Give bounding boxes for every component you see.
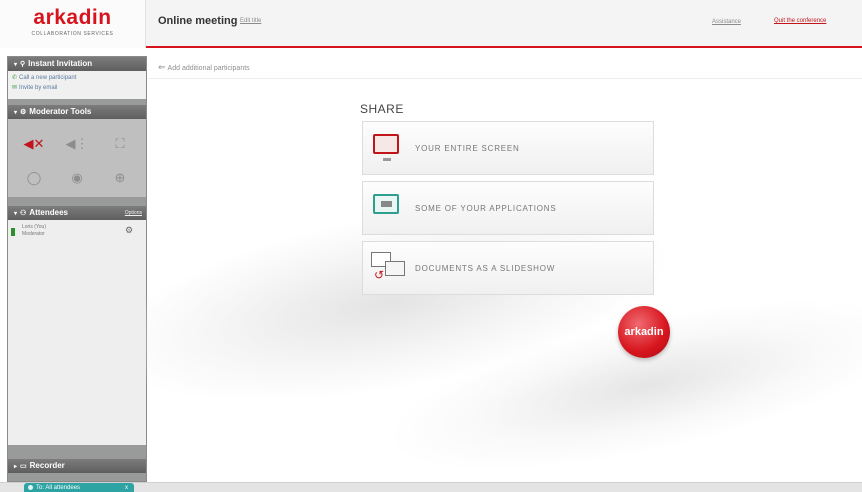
expand-icon: ▸ [14,464,18,470]
meeting-title: Online meeting [158,15,238,27]
recorder-title: Recorder [29,461,65,470]
invite-email-label: Invite by email [19,85,58,91]
chat-tab-label: To: All attendees [36,485,81,491]
email-icon: ✉ [12,85,18,91]
record-icon[interactable]: ◉ [63,167,91,189]
gear-icon: ⚙ [20,109,27,116]
edit-title-link[interactable]: Edit title [240,18,261,24]
unmute-all-icon[interactable]: ◀⋮ [63,133,91,155]
invitation-panel: ✆ Call a new participant ✉ Invite by email [8,71,146,99]
attendees-title: Attendees [29,208,68,217]
person-icon: ⚲ [20,61,26,68]
logo: arkadin COLLABORATION SERVICES [0,0,146,48]
application-icon [373,194,399,214]
back-arrow-icon: ⇐ [158,62,166,72]
moderator-tools-title: Moderator Tools [29,107,92,116]
chat-icon [28,485,33,490]
main-content: ⇐ Add additional participants SHARE YOUR … [97,50,862,492]
attendee-role: Moderator [22,231,45,237]
instant-invitation-title: Instant Invitation [28,59,93,68]
collapse-icon: ▾ [14,62,18,68]
phone-icon: ✆ [12,75,18,81]
slideshow-icon: ↺ [371,252,405,286]
attendee-settings-icon[interactable]: ⚙ [125,225,133,236]
share-entire-screen-button[interactable]: YOUR ENTIRE SCREEN [362,121,654,175]
logo-text: arkadin [33,6,112,29]
share-applications-button[interactable]: SOME OF YOUR APPLICATIONS [362,181,654,235]
call-participant-link[interactable]: ✆ Call a new participant [12,73,142,83]
add-participants-link[interactable]: ⇐ Add additional participants [158,62,250,73]
assistance-link[interactable]: Assistance [712,19,741,25]
attendees-header[interactable]: ▾ ⚇ Attendees Options [8,206,146,220]
people-icon: ⚇ [20,210,27,217]
collapse-icon: ▾ [14,211,18,217]
screen-icon [373,134,399,161]
logo-subtitle: COLLABORATION SERVICES [31,31,114,37]
share-option-label: YOUR ENTIRE SCREEN [415,144,520,153]
add-icon[interactable]: ⊕ [106,167,134,189]
recorder-icon: ▭ [20,463,27,470]
header-bar: arkadin COLLABORATION SERVICES Online me… [0,0,862,48]
speaking-indicator-icon [11,228,15,236]
arkadin-badge-logo: arkadin [618,306,670,358]
fullscreen-icon[interactable]: ⛶ [106,133,134,155]
share-slideshow-button[interactable]: ↺ DOCUMENTS AS A SLIDESHOW [362,241,654,295]
call-participant-label: Call a new participant [19,75,77,81]
close-icon[interactable]: x [125,483,128,492]
attendees-options-link[interactable]: Options [125,206,142,220]
recorder-header[interactable]: ▸ ▭ Recorder [8,459,146,473]
moderator-tools-header[interactable]: ▾ ⚙ Moderator Tools [8,105,146,119]
attendee-info: Loris (You) Moderator [22,224,46,238]
invite-email-link[interactable]: ✉ Invite by email [12,83,142,93]
collapse-icon: ▾ [14,110,18,116]
quit-conference-link[interactable]: Quit the conference [774,18,826,24]
chat-tab[interactable]: To: All attendees x [24,483,134,492]
share-option-label: SOME OF YOUR APPLICATIONS [415,204,557,213]
moderator-tools-panel: ◀✕ ◀⋮ ⛶ ◯ ◉ ⊕ [8,119,146,197]
attendee-name: Loris (You) [22,224,46,230]
mute-all-icon[interactable]: ◀✕ [20,133,48,155]
chat-icon[interactable]: ◯ [20,167,48,189]
sidebar: ▾ ⚲ Instant Invitation ✆ Call a new partici… [7,56,147,482]
share-option-label: DOCUMENTS AS A SLIDESHOW [415,264,556,273]
instant-invitation-header[interactable]: ▾ ⚲ Instant Invitation [8,57,146,71]
footer-bar: To: All attendees x [0,482,862,492]
share-title: SHARE [360,102,404,116]
add-participants-label: Add additional participants [167,65,250,72]
divider [148,78,862,79]
